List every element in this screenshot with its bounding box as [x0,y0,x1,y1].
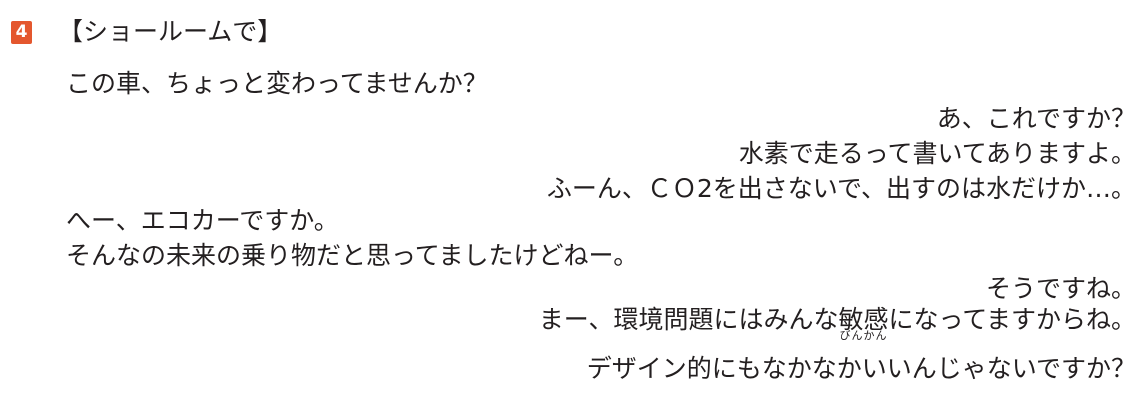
dialogue-line-8-before: まー、環境問題にはみんな [538,305,839,334]
ruby-word: 敏感 びんかん [838,303,888,342]
section-heading: 【ショールームで】 [58,17,283,46]
dialogue-line-6: そんなの未来の乗り物だと思ってましたけどねー。 [66,241,639,270]
dialogue-line-8-after: になってますからね。 [888,305,1136,334]
dialogue-line-9: デザイン的にもなかなかいいんじゃないですか？ [586,354,1136,383]
dialogue-line-7: そうですね。 [985,274,1136,303]
dialogue-line-5: へー、エコカーですか。 [66,206,339,235]
dialogue-line-3: 水素で走るって書いてありますよ。 [738,139,1136,168]
section-number-badge: 4 [11,21,32,44]
dialogue-line-1: この車、ちょっと変わってませんか？ [66,69,488,98]
dialogue-line-4: ふーん、ＣＯ2を出さないで、出すのは水だけか…。 [546,174,1136,203]
dialogue-line-8: まー、環境問題にはみんな敏感 びんかん になってますからね。 [538,303,1136,342]
dialogue-line-2: あ、これですか？ [936,104,1136,133]
ruby-reading: びんかん [839,329,888,342]
